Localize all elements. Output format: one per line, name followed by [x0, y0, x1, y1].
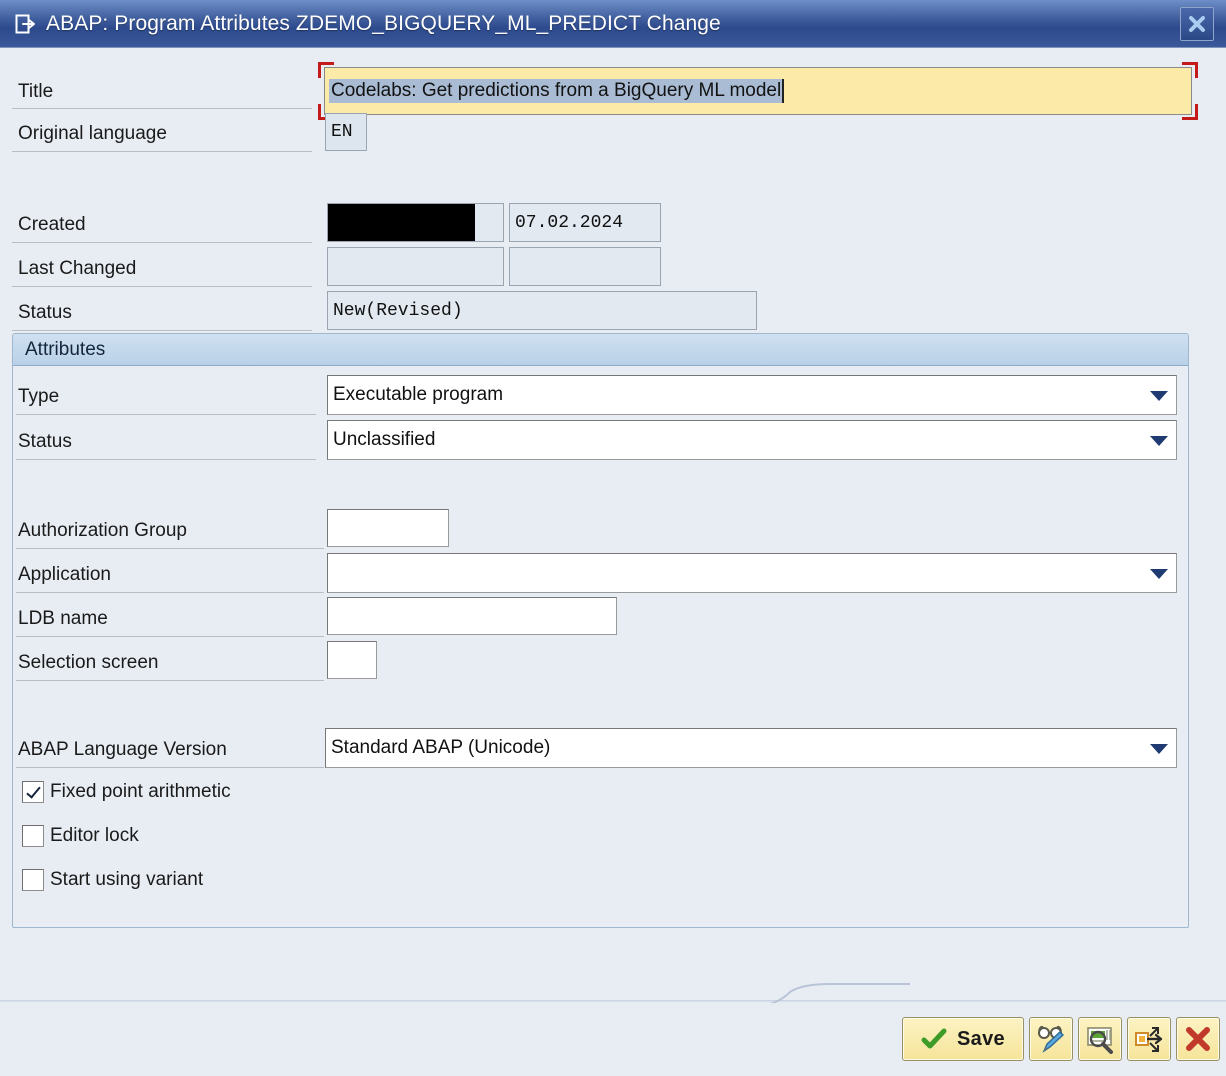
focus-bracket-top-right	[1182, 62, 1198, 78]
original-language-row: Original language	[18, 112, 167, 156]
original-language-label: Original language	[18, 123, 167, 145]
window-titlebar: ABAP: Program Attributes ZDEMO_BIGQUERY_…	[0, 0, 1226, 48]
focus-bracket-bottom-right	[1182, 104, 1198, 120]
attributes-group-title: Attributes	[25, 339, 105, 361]
display-search-button[interactable]	[1078, 1017, 1122, 1061]
authorization-group-input[interactable]	[327, 509, 449, 547]
attr-status-dropdown[interactable]: Unclassified	[327, 420, 1177, 460]
created-date-value: 07.02.2024	[515, 213, 623, 233]
attr-status-value: Unclassified	[333, 429, 435, 451]
selection-screen-row: Selection screen	[18, 641, 158, 685]
window-title: ABAP: Program Attributes ZDEMO_BIGQUERY_…	[46, 12, 1180, 36]
form-area: Title Codelabs: Get predictions from a B…	[0, 48, 1226, 1076]
checkbox-label: Start using variant	[50, 869, 203, 891]
row-divider	[16, 414, 316, 415]
created-row: Created	[18, 203, 86, 247]
expand-arrows-icon	[1134, 1024, 1164, 1054]
checkbox-fixed-point-arithmetic[interactable]: Fixed point arithmetic	[22, 781, 231, 803]
last-changed-date-field[interactable]	[509, 247, 661, 286]
red-x-icon	[1184, 1025, 1212, 1053]
row-divider	[12, 108, 312, 109]
ldb-name-input[interactable]	[327, 597, 617, 635]
selection-screen-label: Selection screen	[18, 652, 158, 674]
green-check-icon	[921, 1027, 947, 1051]
type-row: Type	[18, 375, 59, 419]
save-button-label: Save	[957, 1028, 1005, 1051]
header-status-value: New(Revised)	[333, 301, 463, 321]
row-divider	[12, 151, 312, 152]
type-value: Executable program	[333, 384, 503, 406]
authorization-group-row: Authorization Group	[18, 509, 187, 553]
application-row: Application	[18, 553, 111, 597]
row-divider	[16, 548, 324, 549]
checkbox-label: Fixed point arithmetic	[50, 781, 231, 803]
checkbox-box[interactable]	[22, 869, 44, 891]
header-status-label: Status	[18, 302, 72, 324]
created-label: Created	[18, 214, 86, 236]
checkbox-label: Editor lock	[50, 825, 139, 847]
row-divider	[16, 636, 324, 637]
abap-language-version-row: ABAP Language Version	[18, 728, 227, 772]
display-change-toggle-button[interactable]	[1029, 1017, 1073, 1061]
row-divider	[16, 592, 324, 593]
abap-language-version-dropdown[interactable]: Standard ABAP (Unicode)	[325, 728, 1177, 768]
ldb-name-row: LDB name	[18, 597, 108, 641]
checkbox-box[interactable]	[22, 825, 44, 847]
title-input-focus-wrapper: Codelabs: Get predictions from a BigQuer…	[318, 62, 1198, 120]
dialog-button-bar: Save	[902, 1017, 1220, 1061]
attr-status-row: Status	[18, 420, 72, 464]
dialog-statusbar: Save	[0, 1003, 1226, 1076]
close-icon[interactable]	[1180, 7, 1214, 41]
chevron-down-icon[interactable]	[1150, 391, 1168, 401]
application-dropdown[interactable]	[327, 553, 1177, 593]
row-divider	[16, 767, 324, 768]
cancel-button[interactable]	[1176, 1017, 1220, 1061]
chevron-down-icon[interactable]	[1150, 569, 1168, 579]
navigate-expand-button[interactable]	[1127, 1017, 1171, 1061]
header-status-row: Status	[18, 291, 72, 335]
header-status-field[interactable]: New(Revised)	[327, 291, 757, 330]
abap-language-version-value: Standard ABAP (Unicode)	[331, 737, 550, 759]
checkbox-start-using-variant[interactable]: Start using variant	[22, 869, 203, 891]
attributes-group-header: Attributes	[13, 334, 1188, 366]
redaction-block	[328, 204, 475, 241]
text-caret	[782, 79, 784, 103]
last-changed-row: Last Changed	[18, 247, 136, 291]
created-user-field[interactable]	[327, 203, 504, 242]
row-divider	[12, 286, 312, 287]
row-divider	[16, 680, 324, 681]
checkbox-box[interactable]	[22, 781, 44, 803]
title-input-value: Codelabs: Get predictions from a BigQuer…	[329, 79, 782, 104]
original-language-field[interactable]: EN	[325, 113, 367, 151]
program-window-icon	[14, 13, 36, 35]
checkbox-editor-lock[interactable]: Editor lock	[22, 825, 139, 847]
row-divider	[12, 330, 312, 331]
abap-language-version-label: ABAP Language Version	[18, 739, 227, 761]
authorization-group-label: Authorization Group	[18, 520, 187, 542]
row-divider	[12, 242, 312, 243]
ldb-name-label: LDB name	[18, 608, 108, 630]
abap-program-attributes-dialog: ABAP: Program Attributes ZDEMO_BIGQUERY_…	[0, 0, 1226, 1076]
chevron-down-icon[interactable]	[1150, 744, 1168, 754]
glasses-pencil-icon	[1036, 1024, 1066, 1054]
title-input[interactable]: Codelabs: Get predictions from a BigQuer…	[324, 67, 1192, 115]
attr-status-label: Status	[18, 431, 72, 453]
title-label: Title	[18, 81, 53, 103]
type-dropdown[interactable]: Executable program	[327, 375, 1177, 415]
row-divider	[16, 459, 316, 460]
focus-bracket-top-left	[318, 62, 334, 78]
original-language-value: EN	[331, 122, 353, 142]
selection-screen-input[interactable]	[327, 641, 377, 679]
last-changed-label: Last Changed	[18, 258, 136, 280]
application-label: Application	[18, 564, 111, 586]
created-date-field[interactable]: 07.02.2024	[509, 203, 661, 242]
magnifier-display-icon	[1085, 1024, 1115, 1054]
save-button[interactable]: Save	[902, 1017, 1024, 1061]
type-label: Type	[18, 386, 59, 408]
chevron-down-icon[interactable]	[1150, 436, 1168, 446]
last-changed-user-field[interactable]	[327, 247, 504, 286]
